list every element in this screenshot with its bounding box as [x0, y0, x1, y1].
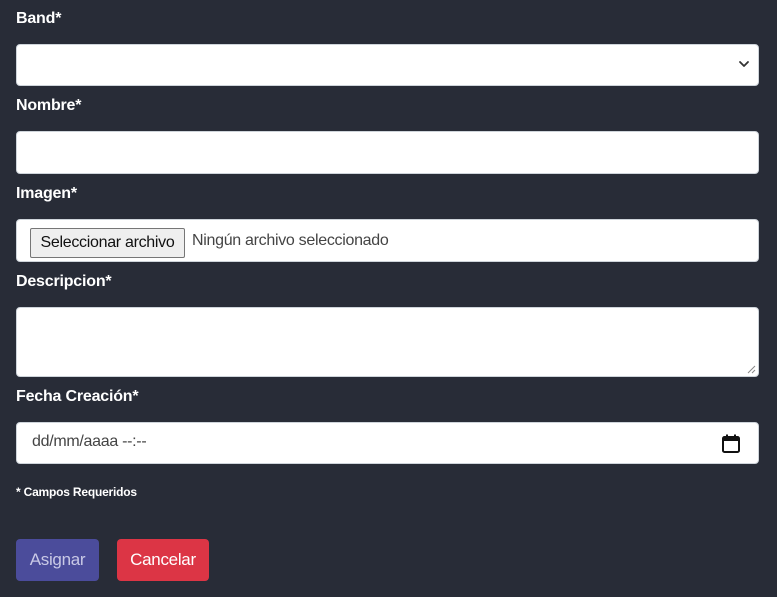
fecha-datetime-input[interactable]: dd/mm/aaaa --:-- [16, 422, 759, 464]
cancel-button[interactable]: Cancelar [117, 539, 209, 581]
assign-button[interactable]: Asignar [16, 539, 99, 581]
chevron-down-icon [739, 61, 749, 67]
band-label: Band* [16, 10, 62, 27]
fecha-label: Fecha Creación* [16, 388, 139, 405]
calendar-icon[interactable] [722, 434, 740, 453]
descripcion-textarea[interactable] [16, 307, 759, 377]
choose-file-button[interactable]: Seleccionar archivo [30, 228, 185, 258]
imagen-label: Imagen* [16, 185, 77, 202]
imagen-file-input[interactable]: Seleccionar archivo Ningún archivo selec… [16, 219, 759, 262]
file-status-text: Ningún archivo seleccionado [192, 232, 389, 249]
descripcion-label: Descripcion* [16, 273, 112, 290]
resize-handle-icon[interactable] [746, 364, 756, 374]
required-fields-note: * Campos Requeridos [16, 485, 137, 499]
nombre-input[interactable] [16, 131, 759, 174]
band-select[interactable] [16, 44, 759, 86]
date-placeholder: dd/mm/aaaa --:-- [32, 433, 147, 450]
nombre-label: Nombre* [16, 97, 82, 114]
